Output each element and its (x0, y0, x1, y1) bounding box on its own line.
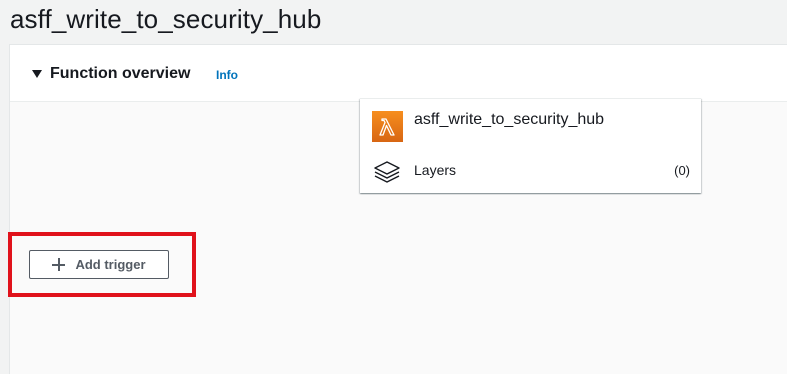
layers-label[interactable]: Layers (414, 162, 456, 178)
layers-count: (0) (674, 163, 690, 178)
plus-icon (52, 258, 66, 271)
caret-down-icon[interactable] (32, 70, 42, 78)
info-link[interactable]: Info (216, 68, 238, 82)
lambda-icon (372, 111, 403, 142)
layers-icon (372, 159, 402, 187)
function-overview-title[interactable]: Function overview (50, 65, 190, 83)
function-overview-panel: Function overview Info (9, 44, 787, 374)
function-overview-header: Function overview Info (10, 45, 787, 102)
function-card: asff_write_to_security_hub Layers (0) (360, 98, 701, 193)
add-trigger-label: Add trigger (75, 257, 146, 272)
page-title: asff_write_to_security_hub (10, 4, 322, 34)
add-trigger-button[interactable]: Add trigger (29, 250, 169, 279)
function-name: asff_write_to_security_hub (414, 111, 605, 128)
